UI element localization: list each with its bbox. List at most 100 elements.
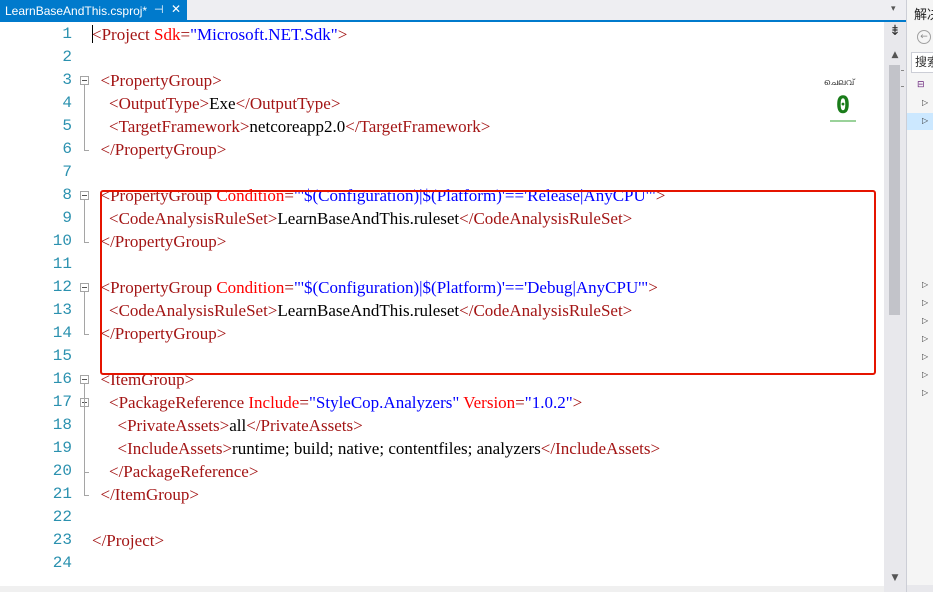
token-tag: <OutputType> <box>109 94 210 113</box>
code-line[interactable]: 23 </Project> <box>0 529 884 552</box>
token-txt: netcoreapp2.0 <box>249 117 346 136</box>
code-line[interactable]: 18 <PrivateAssets>all</PrivateAssets> <box>0 414 884 437</box>
token-tag: <PrivateAssets> <box>117 416 230 435</box>
solution-explorer-panel: 解决方案资源管理器 ← 搜索 ⊟ ▷ ▷ ▷ ▷ ▷ ▷ ▷ ▷ ▷ <box>906 0 933 592</box>
line-number: 19 <box>52 439 72 457</box>
tree-expand-icon[interactable]: ▷ <box>922 370 928 379</box>
line-number: 17 <box>52 393 72 411</box>
fold-end-mark <box>84 150 89 151</box>
pin-icon[interactable]: ⊣ <box>154 3 164 16</box>
code-text: <IncludeAssets>runtime; build; native; c… <box>92 437 661 460</box>
code-text: </PackageReference> <box>92 460 258 483</box>
search-input[interactable]: 搜索 <box>911 52 933 73</box>
code-line[interactable]: 5 <TargetFramework>netcoreapp2.0</Target… <box>0 115 884 138</box>
code-line[interactable]: 7 <box>0 161 884 184</box>
token-tag: = <box>180 25 191 44</box>
tree-expand-icon[interactable]: ▷ <box>922 334 928 343</box>
line-number: 24 <box>52 554 72 572</box>
tree-expand-icon[interactable]: ▷ <box>922 116 928 125</box>
line-number: 20 <box>52 462 72 480</box>
code-text: <PackageReference Include="StyleCop.Anal… <box>92 391 582 414</box>
line-number: 21 <box>52 485 72 503</box>
line-number: 18 <box>52 416 72 434</box>
token-tag: </PrivateAssets> <box>246 416 363 435</box>
line-number: 13 <box>52 301 72 319</box>
token-tag: </Project> <box>92 531 165 550</box>
line-number: 23 <box>52 531 72 549</box>
fold-collapse-icon[interactable] <box>80 76 89 85</box>
line-number: 12 <box>52 278 72 296</box>
code-line[interactable]: 20 </PackageReference> <box>0 460 884 483</box>
scroll-thumb[interactable] <box>889 65 900 315</box>
code-text: </ItemGroup> <box>92 483 200 506</box>
code-line[interactable]: 17 <PackageReference Include="StyleCop.A… <box>0 391 884 414</box>
code-line[interactable]: 4 <OutputType>Exe</OutputType> <box>0 92 884 115</box>
token-attr: Sdk <box>154 25 181 44</box>
code-line[interactable]: 19 <IncludeAssets>runtime; build; native… <box>0 437 884 460</box>
document-tab[interactable]: LearnBaseAndThis.csproj* ⊣ ✕ <box>0 0 187 21</box>
line-number: 8 <box>62 186 72 204</box>
split-window-icon[interactable]: ⇟ <box>884 22 906 40</box>
line-number: 15 <box>52 347 72 365</box>
token-tag: <PropertyGroup> <box>100 71 222 90</box>
tree-expand-icon[interactable]: ▷ <box>922 280 928 289</box>
fold-end-mark <box>84 495 89 496</box>
tree-item-selected[interactable]: ▷ <box>907 113 933 130</box>
back-arrow-icon[interactable]: ← <box>917 30 931 44</box>
code-text: </PropertyGroup> <box>92 138 227 161</box>
code-line[interactable]: 21 </ItemGroup> <box>0 483 884 506</box>
fold-collapse-icon[interactable] <box>80 283 89 292</box>
fold-end-mark <box>84 334 89 335</box>
fold-end-mark <box>84 472 89 473</box>
tree-expand-icon[interactable]: ▷ <box>922 298 928 307</box>
line-number: 9 <box>62 209 72 227</box>
token-tag: </PackageReference> <box>109 462 259 481</box>
code-text: </Project> <box>92 529 164 552</box>
code-line[interactable]: 3 <PropertyGroup> <box>0 69 884 92</box>
scroll-up-icon[interactable]: ▲ <box>884 50 906 64</box>
code-line[interactable]: 22 <box>0 506 884 529</box>
panel-title: 解决方案资源管理器 <box>914 8 933 23</box>
code-line[interactable]: 6 </PropertyGroup> <box>0 138 884 161</box>
code-line[interactable]: 24 <box>0 552 884 575</box>
code-text: <Project Sdk="Microsoft.NET.Sdk"> <box>92 23 347 46</box>
token-txt: runtime; build; native; contentfiles; an… <box>232 439 541 458</box>
vertical-scrollbar[interactable]: ⇟ ▲ ▼ <box>884 22 906 592</box>
token-attr: Version <box>459 393 516 412</box>
tab-overflow-dropdown-icon[interactable]: ▾ <box>891 4 901 16</box>
token-tag: <IncludeAssets> <box>117 439 233 458</box>
token-val: "StyleCop.Analyzers" <box>308 393 460 412</box>
tree-expand-icon[interactable]: ▷ <box>922 316 928 325</box>
code-line[interactable]: 2 <box>0 46 884 69</box>
scroll-marker <box>901 86 904 87</box>
fold-collapse-icon[interactable] <box>80 375 89 384</box>
text-cursor <box>92 25 93 43</box>
close-icon[interactable]: ✕ <box>171 2 181 16</box>
scroll-marker <box>901 70 904 71</box>
horizontal-scrollbar[interactable] <box>0 586 884 592</box>
annotation-highlight-box <box>100 190 876 375</box>
tree-expand-icon[interactable]: ▷ <box>922 98 928 107</box>
scroll-down-icon[interactable]: ▼ <box>884 573 906 587</box>
code-editor[interactable]: 1 <Project Sdk="Microsoft.NET.Sdk"> 2 3 <Pr… <box>0 22 884 592</box>
tree-expand-icon[interactable]: ▷ <box>922 388 928 397</box>
tree-expand-icon[interactable]: ▷ <box>922 352 928 361</box>
panel-scrollbar[interactable] <box>907 585 933 592</box>
token-tag: </IncludeAssets> <box>540 439 661 458</box>
token-txt: all <box>229 416 247 435</box>
line-number: 4 <box>62 94 72 112</box>
code-text: <OutputType>Exe</OutputType> <box>92 92 340 115</box>
fold-guide-line <box>84 200 85 242</box>
line-number: 7 <box>62 163 72 181</box>
fold-collapse-icon[interactable] <box>80 191 89 200</box>
counter-value: 0 <box>830 90 856 122</box>
fold-end-mark <box>84 242 89 243</box>
code-line[interactable]: 1 <Project Sdk="Microsoft.NET.Sdk"> <box>0 23 884 46</box>
